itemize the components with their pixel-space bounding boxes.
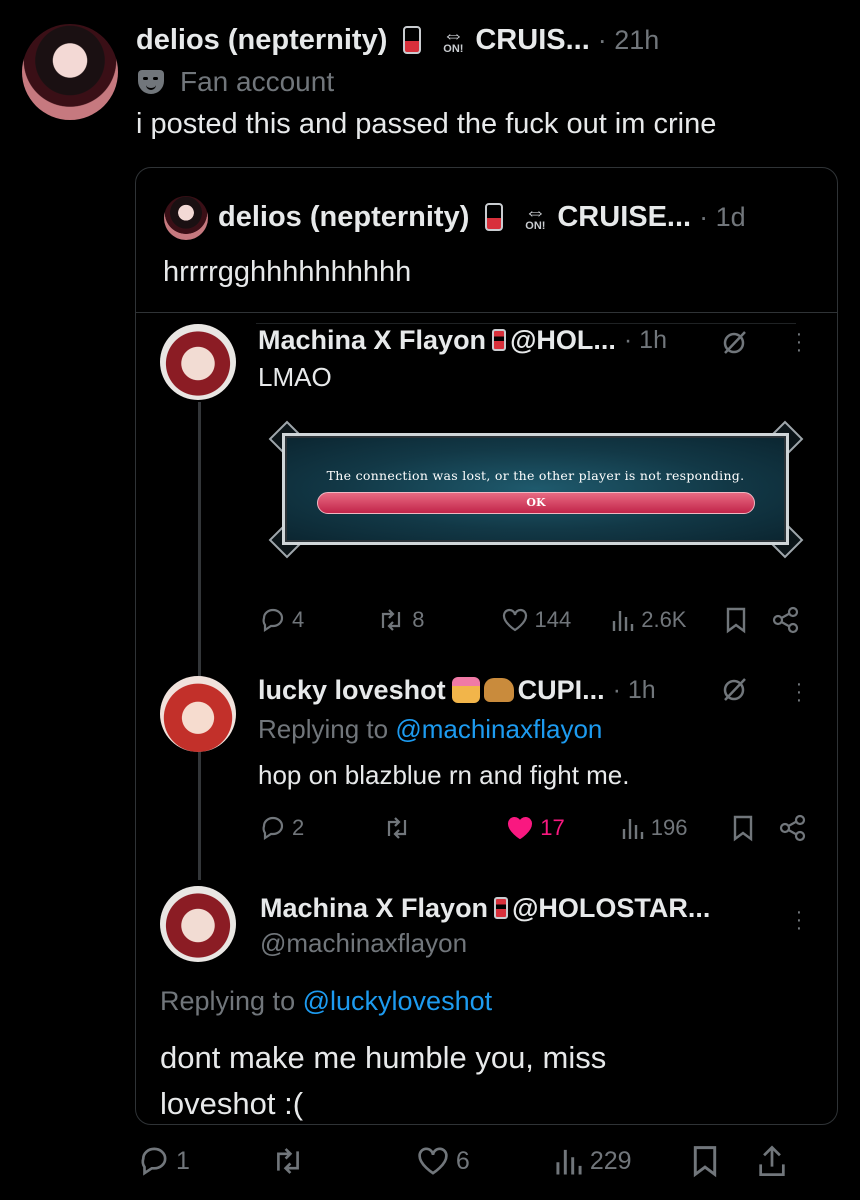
main-post-actions: 1 6 229 <box>136 1144 788 1178</box>
reply2-repost-button[interactable] <box>382 814 418 842</box>
views-icon <box>613 611 634 631</box>
reply2-header: lucky loveshot CUPI... · 1h <box>258 672 656 708</box>
views-icon <box>622 819 643 839</box>
reply1-like-button[interactable]: 144 <box>501 607 571 633</box>
main-post-header: delios (nepternity) ⇔ ON! CRUIS... · 21h <box>136 20 659 60</box>
quoted-name-suffix: CRUISE... <box>557 200 692 233</box>
main-avatar[interactable] <box>22 24 118 120</box>
couple-emoji-icon <box>451 677 480 703</box>
reply3-display-name[interactable]: Machina X Flayon <box>260 893 488 924</box>
reply2-like-button[interactable]: 17 <box>506 815 565 841</box>
reply3-handle-inline[interactable]: @HOLOSTAR... <box>512 893 710 924</box>
on-badge-label: ON! <box>443 43 464 55</box>
quoted-display-name: delios (nepternity) <box>218 200 470 233</box>
reply2-replying-handle[interactable]: @machinaxflayon <box>395 714 602 744</box>
quoted-post-header: delios (nepternity) ⇔ ON! CRUISE... · 1d <box>218 197 746 237</box>
reply2-time[interactable]: · 1h <box>613 676 656 705</box>
quoted-post-text: hrrrrgghhhhhhhhhh <box>163 256 412 288</box>
reply-icon <box>262 816 284 841</box>
reply1-reply-button[interactable]: 4 <box>258 606 304 634</box>
reply3-text-line2: loveshot :( <box>160 1086 304 1121</box>
dog-emoji-icon <box>483 678 514 702</box>
reply2-views-button[interactable]: 196 <box>621 815 687 841</box>
main-reply-button[interactable]: 1 <box>136 1144 190 1178</box>
reply1-time[interactable]: · 1h <box>624 326 667 355</box>
bookmark-icon[interactable] <box>731 814 755 842</box>
heart-icon <box>502 608 527 632</box>
reply2-name-suffix[interactable]: CUPI... <box>518 675 605 706</box>
share-icon[interactable] <box>779 814 807 842</box>
battery-badge-icon <box>494 897 509 919</box>
mask-icon <box>138 70 164 94</box>
reply1-actions: 4 8 144 2.6K <box>258 606 800 634</box>
game-dialog-message: The connection was lost, or the other pl… <box>326 468 745 483</box>
reply1-repost-button[interactable]: 8 <box>376 606 425 634</box>
on-badge-label: ON! <box>525 220 546 232</box>
bookmark-icon[interactable] <box>690 1144 720 1178</box>
reply3-avatar[interactable] <box>160 886 236 962</box>
share-icon[interactable] <box>772 606 800 634</box>
grok-icon[interactable] <box>720 328 748 356</box>
fan-account-text: Fan account <box>180 66 335 97</box>
on-switch-icon: ⇔ ON! <box>433 24 473 55</box>
reply3-replying-to: Replying to @luckyloveshot <box>160 986 493 1016</box>
reply1-views-button[interactable]: 2.6K <box>611 607 686 633</box>
main-views-button[interactable]: 229 <box>554 1145 632 1177</box>
repost-icon <box>276 1148 299 1174</box>
thread-line <box>198 402 201 880</box>
reply2-reply-button[interactable]: 2 <box>258 814 304 842</box>
battery-badge-icon <box>485 203 504 231</box>
reply2-more-icon[interactable]: · · · <box>794 674 804 710</box>
reply2-display-name[interactable]: lucky loveshot <box>258 675 446 706</box>
reply3-replying-handle[interactable]: @luckyloveshot <box>303 986 493 1016</box>
reply2-actions: 2 17 196 <box>258 814 807 842</box>
heart-icon <box>418 1147 448 1175</box>
quote-divider <box>136 312 838 313</box>
heart-filled-icon <box>508 817 533 840</box>
reply-icon <box>262 608 284 633</box>
reply3-more-icon[interactable]: · · · <box>794 902 804 938</box>
repost-icon <box>388 817 407 839</box>
reply3-text-line1: dont make me humble you, miss <box>160 1040 607 1075</box>
reply2-replying-to: Replying to @machinaxflayon <box>258 714 603 744</box>
main-like-button[interactable]: 6 <box>416 1145 470 1177</box>
reply3-username[interactable]: @machinaxflayon <box>260 928 467 959</box>
bookmark-icon[interactable] <box>724 606 748 634</box>
reply1-header: Machina X Flayon @HOL... · 1h <box>258 322 667 358</box>
reply1-display-name[interactable]: Machina X Flayon <box>258 325 486 356</box>
reply2-avatar[interactable] <box>160 676 236 752</box>
reply1-avatar[interactable] <box>160 324 236 400</box>
fan-account-label: Fan account <box>138 66 334 98</box>
quoted-post-card[interactable] <box>135 167 838 1125</box>
battery-badge-icon <box>403 26 422 54</box>
main-display-name[interactable]: delios (nepternity) <box>136 24 387 57</box>
quoted-post-time: · 1d <box>699 201 746 232</box>
quoted-avatar <box>164 196 208 240</box>
reply1-handle[interactable]: @HOL... <box>510 325 616 356</box>
reply1-text: LMAO <box>258 362 332 392</box>
views-icon <box>556 1149 582 1175</box>
game-ok-button: OK <box>317 492 755 514</box>
main-post-time[interactable]: · 21h <box>598 25 660 56</box>
reply1-more-icon[interactable]: · · · <box>794 324 804 360</box>
main-repost-button[interactable] <box>270 1144 312 1178</box>
main-name-suffix[interactable]: CRUIS... <box>475 24 589 57</box>
battery-badge-icon <box>492 329 507 351</box>
game-dialog-image: The connection was lost, or the other pl… <box>282 433 789 545</box>
reply3-header: Machina X Flayon @HOLOSTAR... <box>260 890 710 926</box>
main-post-text: i posted this and passed the fuck out im… <box>136 108 717 140</box>
reply2-text: hop on blazblue rn and fight me. <box>258 760 630 790</box>
upload-share-icon[interactable] <box>756 1144 788 1178</box>
repost-icon <box>382 609 401 631</box>
grok-icon[interactable] <box>720 675 748 703</box>
reply-icon <box>141 1147 167 1176</box>
on-switch-icon: ⇔ ON! <box>515 201 555 232</box>
